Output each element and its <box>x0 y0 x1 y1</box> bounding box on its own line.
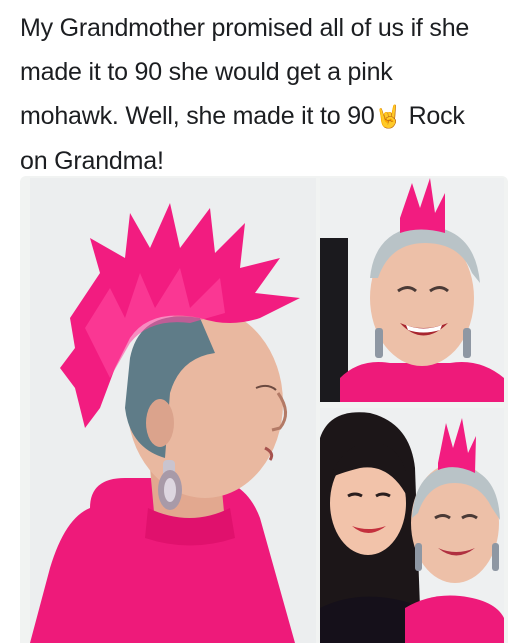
post-caption: My Grandmother promised all of us if she… <box>20 6 512 183</box>
grandmother-with-granddaughter-photo[interactable] <box>320 408 504 643</box>
rock-on-hand-icon: 🤘 <box>374 104 402 129</box>
caption-line-3-text: mohawk. Well, she made it to 90 <box>20 102 375 130</box>
profile-mohawk-illustration <box>30 178 316 643</box>
caption-line-2: made it to 90 she would get a pink <box>20 58 393 86</box>
photo-collage[interactable] <box>20 176 508 643</box>
grandmother-with-granddaughter-illustration <box>320 408 504 643</box>
caption-line-3: mohawk. Well, she made it to 90🤘 Rock <box>20 94 512 139</box>
smiling-grandmother-illustration <box>320 178 504 402</box>
profile-mohawk-photo[interactable] <box>30 178 316 643</box>
caption-line-1: My Grandmother promised all of us if she <box>20 14 470 42</box>
caption-line-3-rock: Rock <box>401 102 465 130</box>
smiling-grandmother-photo[interactable] <box>320 178 504 402</box>
